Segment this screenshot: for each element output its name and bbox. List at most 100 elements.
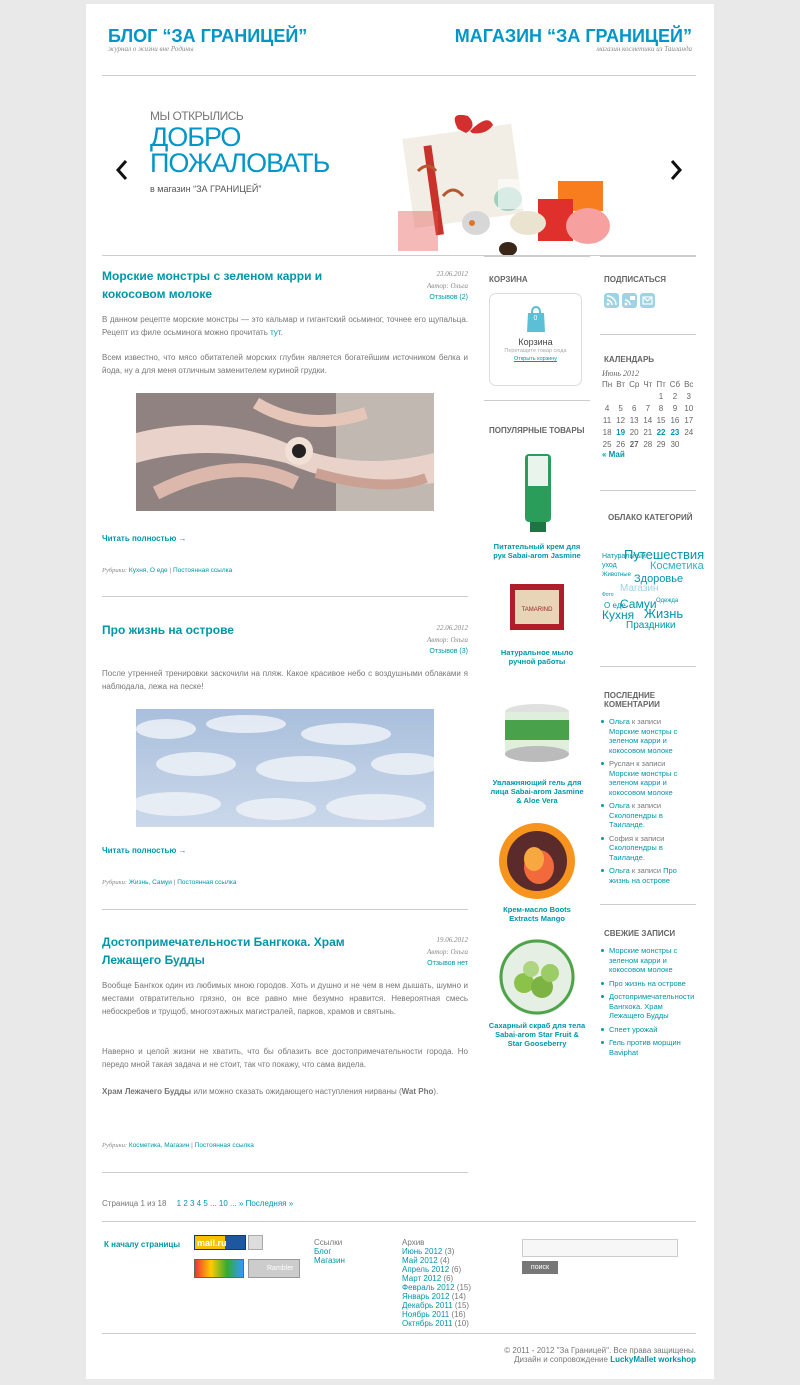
comment-post-link[interactable]: Морские монстры с зеленом карри и кокосо… — [609, 769, 677, 797]
product-name[interactable]: Крем-масло Boots Extracts Mango — [484, 905, 590, 923]
product-name[interactable]: Питательный крем для рук Sabai-arom Jasm… — [484, 542, 590, 560]
slider-next-button[interactable] — [668, 159, 684, 181]
recent-post-link[interactable]: Гель против морщин Baviphat — [609, 1038, 681, 1057]
pagination-links[interactable]: 1 2 3 4 5 ... 10 ... » Последняя » — [177, 1199, 294, 1208]
calendar-prev-month-link[interactable]: « Май — [600, 450, 695, 459]
tag-link[interactable]: Косметика — [650, 561, 704, 572]
recent-posts-heading: СВЕЖИЕ ЗАПИСИ — [604, 929, 676, 938]
rss-comments-icon[interactable] — [622, 293, 637, 308]
post-image-squid[interactable] — [136, 393, 434, 511]
post-comments-link[interactable]: Отзывов (3) — [429, 648, 468, 655]
post-image-clouds[interactable] — [131, 709, 441, 827]
post-title[interactable]: Про жизнь на острове — [102, 621, 234, 639]
product-item[interactable]: TAMARIND Натуральное мыло ручной работы — [484, 576, 590, 666]
product-item[interactable]: Крем-масло Boots Extracts Mango — [484, 819, 590, 923]
post-title[interactable]: Достопримечательности Бангкока. Храм Леж… — [102, 933, 362, 969]
read-more-link[interactable]: Читать полностью → — [102, 846, 187, 855]
product-item[interactable]: Сахарный скраб для тела Sabai-arom Star … — [484, 937, 590, 1048]
subscribe-icons — [604, 293, 655, 308]
divider — [102, 1221, 696, 1222]
archive-count: (16) — [451, 1310, 466, 1319]
mail-ru-counter[interactable]: mail.ru — [194, 1235, 246, 1250]
slider-prev-button[interactable] — [114, 159, 130, 181]
post-comments-link[interactable]: Отзывов нет — [427, 960, 468, 967]
tag-link[interactable]: Праздники — [626, 621, 675, 631]
archive-link[interactable]: Май 2012 — [402, 1256, 438, 1265]
post-meta: 19.06.2012 Автор: Ольга Отзывов нет — [427, 934, 468, 970]
shop-title-link[interactable]: МАГАЗИН “ЗА ГРАНИЦЕЙ” — [455, 26, 692, 47]
tag-link[interactable]: Фото — [602, 590, 614, 600]
archive-link[interactable]: Октябрь 2011 — [402, 1319, 452, 1328]
category-links[interactable]: Жизнь, Самуи — [129, 879, 172, 886]
permalink[interactable]: Постоянная ссылка — [177, 879, 236, 886]
product-name[interactable]: Натуральное мыло ручной работы — [484, 648, 590, 666]
read-more-link[interactable]: Читать полностью → — [102, 534, 187, 543]
credit-link[interactable]: LuckyMallet workshop — [610, 1355, 696, 1364]
archive-link[interactable]: Апрель 2012 — [402, 1265, 449, 1274]
tag-link[interactable]: Кухня — [602, 609, 634, 621]
comment-author-link[interactable]: Ольга — [609, 801, 630, 810]
recent-post-link[interactable]: Про жизнь на острове — [609, 979, 686, 988]
comment-author-link[interactable]: Ольга — [609, 717, 630, 726]
footer-link-blog[interactable]: Блог — [314, 1247, 345, 1256]
comment-author-link[interactable]: Ольга — [609, 866, 630, 875]
recent-post-link[interactable]: Спеет урожай — [609, 1025, 657, 1034]
tag-link[interactable]: Одежда — [656, 596, 678, 606]
tag-link[interactable]: Жизнь — [644, 607, 683, 620]
tag-link[interactable]: Животные — [602, 570, 631, 580]
post-paragraph: Наверно и целой жизни не хватить, что бы… — [102, 1047, 468, 1069]
footer-link-shop[interactable]: Магазин — [314, 1256, 345, 1265]
archive-link[interactable]: Декабрь 2011 — [402, 1301, 453, 1310]
product-name[interactable]: Увлажняющий гель для лица Sabai-arom Jas… — [484, 778, 590, 805]
recent-post-item: Достопримечательности Бангкока. Храм Леж… — [600, 992, 696, 1021]
arrow-icon — [248, 1235, 263, 1250]
archive-link[interactable]: Февраль 2012 — [402, 1283, 455, 1292]
rambler-counter[interactable]: Rambler — [248, 1259, 300, 1278]
comment-post-link[interactable]: Сколопендры в Таиланде. — [609, 811, 663, 830]
product-name[interactable]: Сахарный скраб для тела Sabai-arom Star … — [484, 1021, 590, 1048]
post-comments-link[interactable]: Отзывов (2) — [429, 294, 468, 301]
back-to-top-link[interactable]: К началу страницы — [104, 1240, 180, 1249]
category-links[interactable]: Косметика, Магазин — [129, 1142, 189, 1149]
calendar-day-link[interactable]: 19 — [614, 426, 627, 438]
category-links[interactable]: Кухня, О еде — [129, 567, 168, 574]
tag-link[interactable]: Магазин — [620, 584, 659, 594]
rss-icon[interactable] — [604, 293, 619, 308]
divider — [102, 1333, 696, 1334]
archive-link[interactable]: Ноябрь 2011 — [402, 1310, 449, 1319]
inline-link[interactable]: тут — [270, 328, 281, 337]
calendar-day — [600, 390, 614, 402]
copyright-text: © 2011 - 2012 "За Границей". Все права з… — [504, 1346, 696, 1355]
comment-post-link[interactable]: Сколопендры в Таиланде. — [609, 843, 663, 862]
email-icon[interactable] — [640, 293, 655, 308]
tag-link[interactable]: Путешествия — [624, 548, 704, 561]
open-cart-link[interactable]: Открыть корзину — [490, 356, 581, 362]
calendar-day-link[interactable]: 23 — [668, 426, 682, 438]
post-title-line[interactable]: кокосовом молоке — [102, 285, 352, 303]
blog-title-link[interactable]: БЛОГ “ЗА ГРАНИЦЕЙ” — [108, 26, 307, 47]
archive-link[interactable]: Январь 2012 — [402, 1292, 449, 1301]
calendar-day — [614, 390, 627, 402]
comment-post-link[interactable]: Морские монстры с зеленом карри и кокосо… — [609, 727, 677, 755]
product-item[interactable]: Питательный крем для рук Sabai-arom Jasm… — [484, 450, 590, 560]
search-button[interactable]: поиск — [522, 1261, 558, 1274]
product-item[interactable]: Увлажняющий гель для лица Sabai-arom Jas… — [484, 696, 590, 805]
calendar-day: 11 — [602, 415, 612, 425]
post-title-line[interactable]: Достопримечательности Бангкока. Храм — [102, 933, 362, 951]
archive-link[interactable]: Июнь 2012 — [402, 1247, 442, 1256]
calendar-day-link[interactable]: 22 — [654, 426, 667, 438]
permalink[interactable]: Постоянная ссылка — [195, 1142, 254, 1149]
bold-text: Храм Лежачего Будды — [102, 1087, 192, 1096]
recent-post-link[interactable]: Морские монстры с зеленом карри и кокосо… — [609, 946, 677, 974]
post-title-line[interactable]: Лежащего Будды — [102, 951, 362, 969]
permalink[interactable]: Постоянная ссылка — [173, 567, 232, 574]
search-input[interactable] — [522, 1239, 678, 1257]
slider-heading-line1: ДОБРО — [150, 122, 241, 152]
cart-widget[interactable]: 0 Корзина Перетащите товар сюда Открыть … — [489, 293, 582, 386]
post-title[interactable]: Морские монстры с зеленом карри и кокосо… — [102, 267, 352, 303]
archive-link[interactable]: Март 2012 — [402, 1274, 441, 1283]
post-title-line[interactable]: Морские монстры с зеленом карри и — [102, 267, 352, 285]
liveinternet-counter[interactable] — [194, 1259, 244, 1278]
recent-post-link[interactable]: Достопримечательности Бангкока. Храм Леж… — [609, 992, 694, 1020]
post-categories: Рубрики: Косметика, Магазин | Постоянная… — [102, 1142, 254, 1149]
